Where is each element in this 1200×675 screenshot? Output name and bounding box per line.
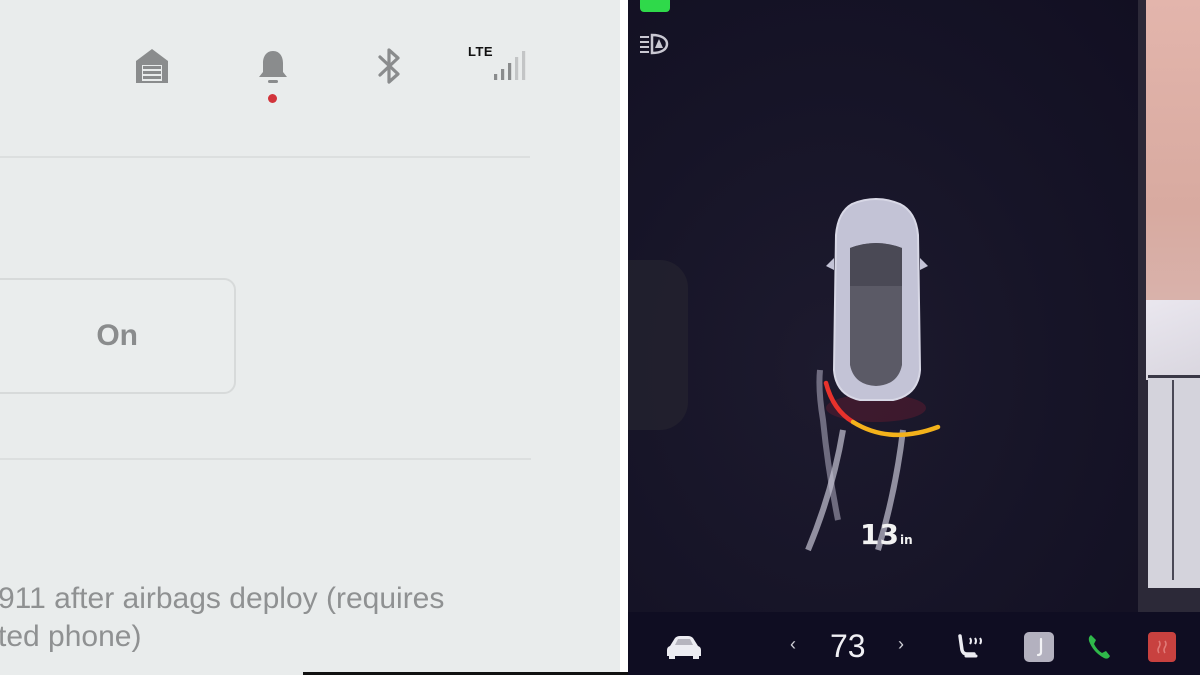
toggle-on-button[interactable]: On bbox=[0, 278, 236, 394]
yellow-proximity-arc bbox=[850, 419, 941, 438]
notification-dot bbox=[268, 94, 277, 103]
car-icon[interactable] bbox=[666, 634, 702, 660]
lte-signal-icon bbox=[494, 51, 526, 80]
auto-headlight-icon bbox=[640, 33, 669, 55]
music-icon[interactable] bbox=[1024, 632, 1054, 662]
distance-unit: in bbox=[899, 533, 913, 547]
camera-door-seam bbox=[1172, 380, 1174, 580]
bluetooth-icon[interactable] bbox=[374, 47, 406, 85]
section-divider bbox=[0, 156, 530, 158]
toggle-label: On bbox=[96, 319, 138, 352]
parking-visualization: 13in bbox=[628, 0, 1140, 612]
rear-camera-view[interactable] bbox=[1138, 0, 1200, 612]
cabin-temperature[interactable]: 73 bbox=[830, 628, 866, 665]
panel-separator bbox=[620, 0, 628, 675]
camera-roof bbox=[1146, 300, 1200, 380]
seat-heater-icon[interactable] bbox=[956, 634, 984, 660]
garage-icon[interactable] bbox=[134, 47, 170, 85]
network-type-label: LTE bbox=[468, 44, 494, 59]
phone-icon[interactable] bbox=[1086, 632, 1114, 662]
description-line-2: ted phone) bbox=[0, 620, 142, 653]
section-divider bbox=[0, 458, 531, 460]
camera-sky bbox=[1146, 0, 1200, 300]
description-line-1: 911 after airbags deploy (requires bbox=[0, 582, 445, 615]
camera-door bbox=[1148, 375, 1200, 588]
green-light-indicator bbox=[640, 0, 670, 12]
nearby-object-shadow bbox=[628, 260, 688, 430]
bell-icon[interactable] bbox=[256, 49, 290, 85]
rear-defrost-icon[interactable] bbox=[1148, 632, 1176, 662]
settings-panel: LTE On 911 after airbags deploy (require… bbox=[0, 0, 620, 675]
vehicle-top-view bbox=[805, 198, 941, 552]
distance-value: 13 bbox=[860, 518, 899, 551]
temp-increase-button[interactable]: › bbox=[898, 634, 904, 655]
parking-distance-readout: 13in bbox=[860, 518, 913, 551]
bottom-dock: ‹ 73 › bbox=[628, 612, 1200, 675]
setting-description: 911 after airbags deploy (requires ted p… bbox=[0, 580, 598, 656]
temp-decrease-button[interactable]: ‹ bbox=[790, 634, 796, 655]
car-display: 13in ‹ 73 › bbox=[628, 0, 1200, 675]
